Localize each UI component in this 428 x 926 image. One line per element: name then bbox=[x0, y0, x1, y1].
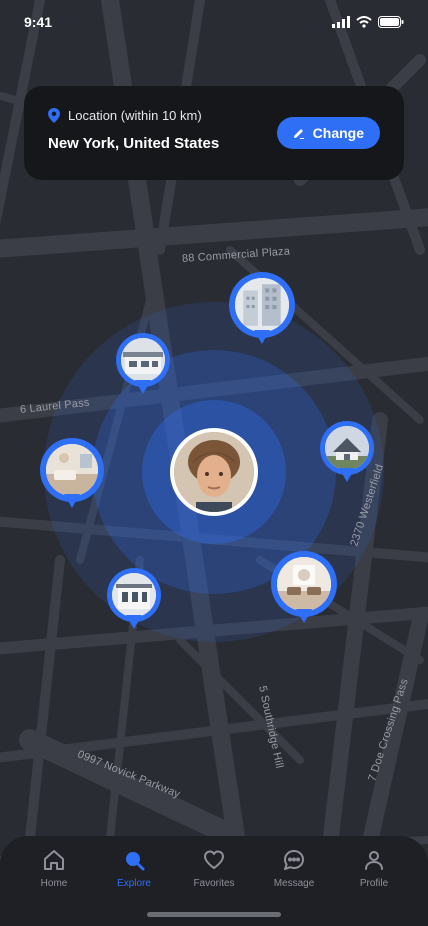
property-photo bbox=[325, 426, 369, 470]
pin-tail bbox=[135, 380, 151, 394]
pin-marker bbox=[107, 568, 161, 622]
property-photo bbox=[277, 557, 331, 611]
home-icon bbox=[44, 850, 64, 870]
pin-marker bbox=[271, 551, 337, 617]
edit-pencil-icon bbox=[293, 129, 304, 139]
pin-tail bbox=[64, 494, 80, 508]
pin-marker bbox=[116, 333, 170, 387]
tab-profile[interactable]: Profile bbox=[339, 848, 409, 889]
property-pin[interactable] bbox=[40, 438, 104, 514]
tab-message[interactable]: Message bbox=[259, 848, 329, 889]
tab-explore[interactable]: Explore bbox=[99, 848, 169, 889]
pin-tail bbox=[254, 330, 270, 344]
property-pin[interactable] bbox=[229, 272, 295, 348]
pin-marker bbox=[229, 272, 295, 338]
property-photo bbox=[112, 573, 156, 617]
tab-label: Profile bbox=[359, 878, 389, 889]
location-label: Location (within 10 km) bbox=[68, 108, 202, 123]
change-button-label: Change bbox=[312, 125, 364, 141]
property-pin[interactable] bbox=[107, 568, 161, 634]
pin-tail bbox=[339, 468, 355, 482]
property-photo bbox=[235, 278, 289, 332]
wifi-icon bbox=[356, 16, 372, 28]
location-card: Location (within 10 km) New York, United… bbox=[24, 86, 404, 180]
property-pin[interactable] bbox=[271, 551, 337, 627]
tab-favorites[interactable]: Favorites bbox=[179, 848, 249, 889]
location-pin-icon bbox=[48, 108, 60, 123]
tab-home[interactable]: Home bbox=[19, 848, 89, 889]
property-photo bbox=[121, 338, 165, 382]
property-photo bbox=[46, 444, 98, 496]
change-location-button[interactable]: Change bbox=[276, 117, 380, 149]
signal-icon bbox=[332, 16, 350, 28]
tab-label: Explore bbox=[117, 878, 151, 889]
tab-label: Message bbox=[273, 878, 315, 889]
tab-bar: Home Explore Favorites Message Profile bbox=[0, 836, 428, 926]
property-pin[interactable] bbox=[320, 421, 374, 487]
battery-icon bbox=[378, 16, 404, 28]
user-avatar[interactable] bbox=[170, 428, 258, 516]
pin-marker bbox=[40, 438, 104, 502]
search-icon bbox=[126, 852, 145, 871]
tab-label: Home bbox=[40, 878, 68, 889]
user-icon bbox=[365, 851, 383, 870]
pin-tail bbox=[126, 615, 142, 629]
home-indicator bbox=[147, 912, 281, 917]
heart-icon bbox=[204, 850, 224, 869]
status-bar: 9:41 bbox=[0, 0, 428, 44]
avatar-photo bbox=[174, 432, 254, 512]
status-icons bbox=[332, 16, 404, 28]
status-time: 9:41 bbox=[24, 14, 53, 30]
pin-tail bbox=[296, 609, 312, 623]
property-pin[interactable] bbox=[116, 333, 170, 399]
pin-marker bbox=[320, 421, 374, 475]
chat-icon bbox=[284, 850, 304, 870]
tab-label: Favorites bbox=[193, 878, 235, 889]
